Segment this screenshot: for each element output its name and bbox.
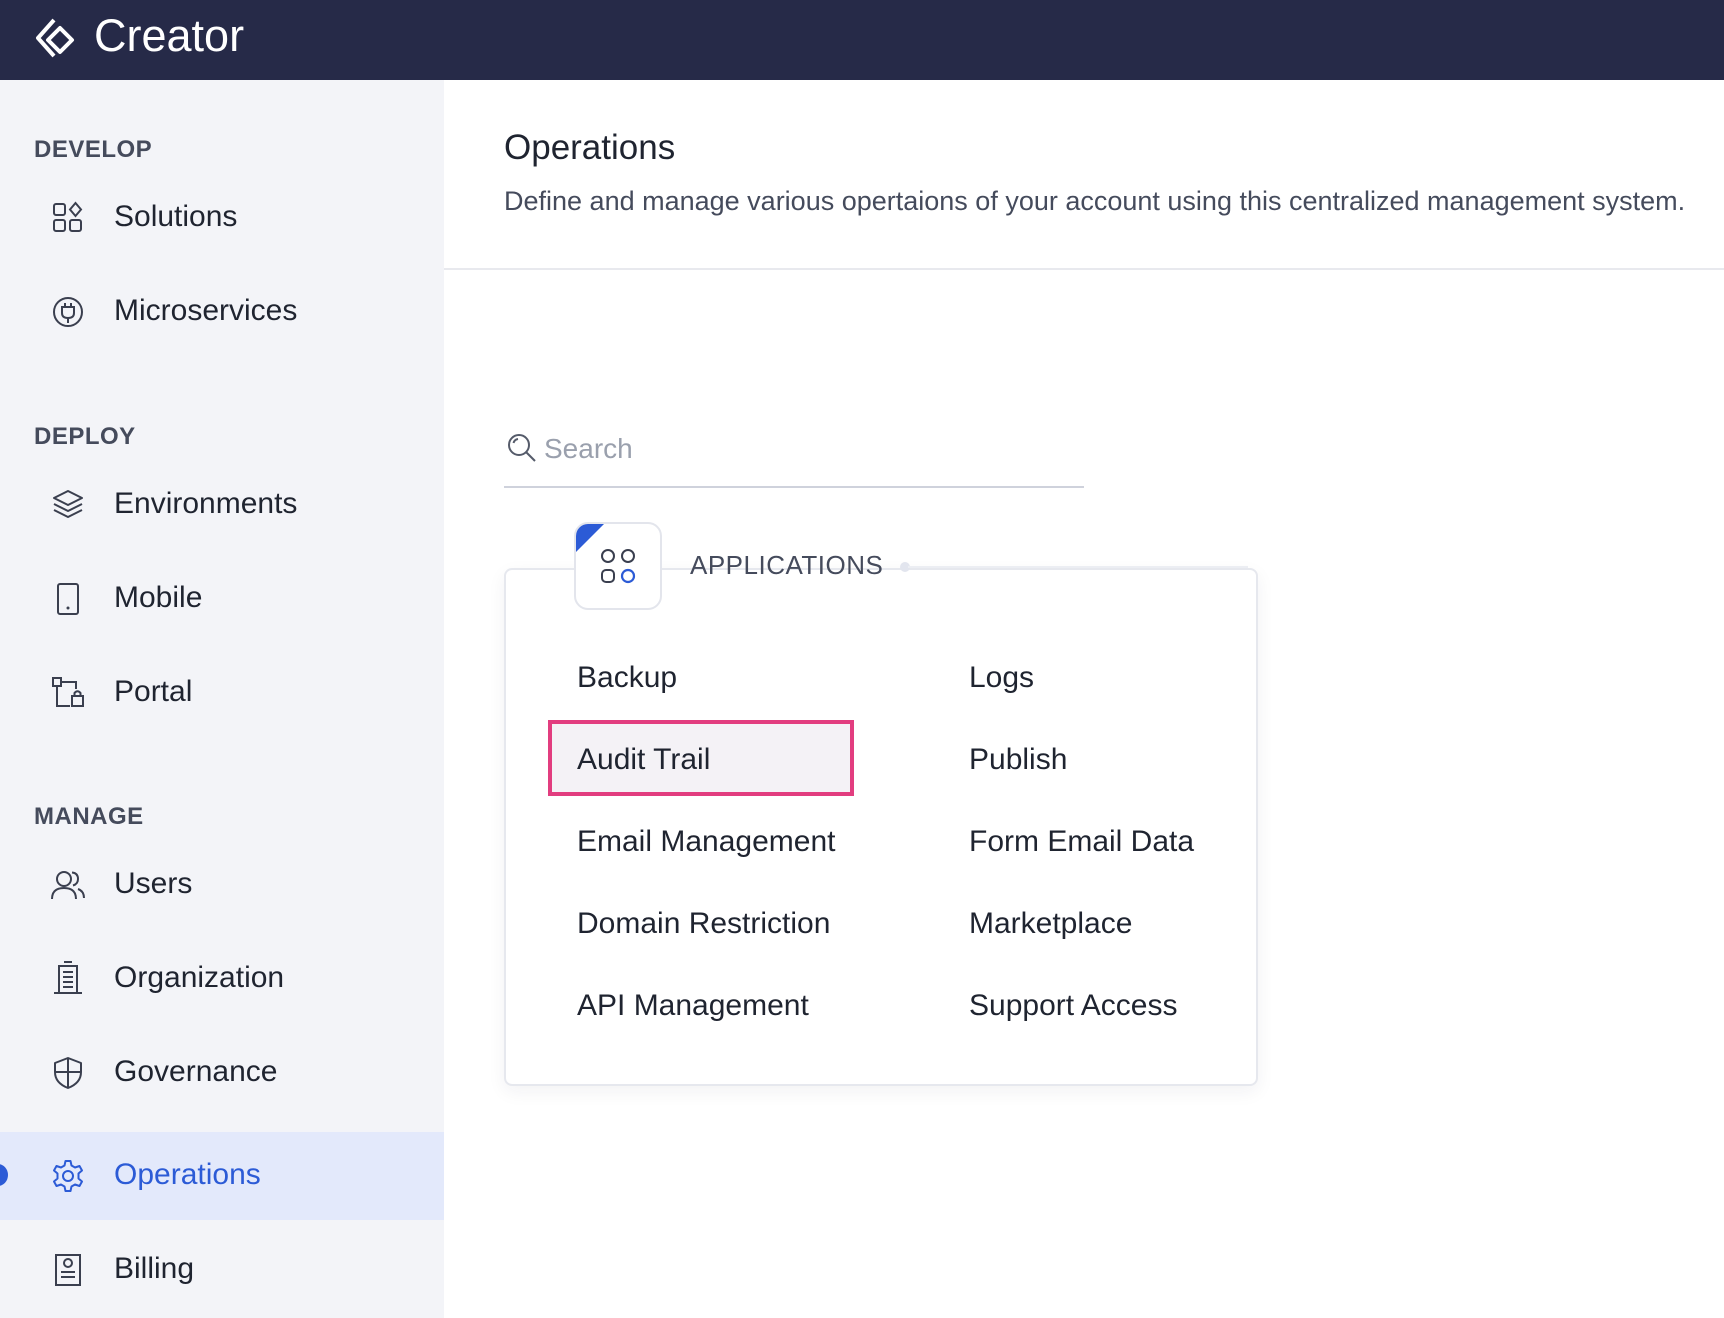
- main-content: Operations Define and manage various ope…: [444, 80, 1724, 1318]
- sidebar-item-label: Microservices: [114, 294, 298, 327]
- section-heading-develop: DEVELOP: [34, 136, 153, 163]
- mobile-icon: [57, 583, 79, 615]
- sidebar-item-users[interactable]: Users: [0, 841, 444, 929]
- sidebar-item-governance[interactable]: Governance: [0, 1029, 444, 1117]
- applications-icon-box: [574, 522, 662, 610]
- sidebar: DEVELOP Solutions Microservices DEPLOY E…: [0, 80, 444, 1318]
- sidebar-item-billing[interactable]: Billing: [0, 1226, 444, 1314]
- active-indicator: [0, 1164, 8, 1186]
- gear-icon: [53, 1160, 83, 1192]
- search-input[interactable]: [542, 428, 1066, 470]
- building-icon: [54, 961, 82, 994]
- op-publish-link[interactable]: Publish: [969, 742, 1067, 778]
- applications-icon: [601, 549, 636, 584]
- op-support-access-link[interactable]: Support Access: [969, 988, 1177, 1024]
- op-marketplace-link[interactable]: Marketplace: [969, 906, 1132, 942]
- sidebar-item-label: Portal: [114, 675, 193, 708]
- sidebar-item-label: Solutions: [114, 200, 238, 233]
- sidebar-item-label: Billing: [114, 1252, 195, 1285]
- op-logs-link[interactable]: Logs: [969, 660, 1034, 696]
- op-backup-link[interactable]: Backup: [577, 660, 677, 696]
- heading-line: [908, 566, 1248, 568]
- search-box: [504, 398, 1084, 488]
- sidebar-item-microservices[interactable]: Microservices: [0, 268, 444, 356]
- page-title: Operations: [504, 128, 676, 167]
- op-form-email-data-link[interactable]: Form Email Data: [969, 824, 1194, 860]
- sidebar-item-portal[interactable]: Portal: [0, 649, 444, 737]
- sidebar-item-mobile[interactable]: Mobile: [0, 555, 444, 643]
- sidebar-item-operations[interactable]: Operations: [0, 1132, 444, 1220]
- op-audit-trail-link[interactable]: Audit Trail: [577, 742, 710, 778]
- layers-icon: [53, 490, 83, 518]
- sidebar-item-organization[interactable]: Organization: [0, 935, 444, 1023]
- header-divider: [444, 268, 1724, 270]
- sidebar-item-label: Operations: [114, 1158, 261, 1191]
- op-email-management-link[interactable]: Email Management: [577, 824, 835, 860]
- page-description: Define and manage various opertaions of …: [504, 186, 1686, 216]
- creator-logo-icon[interactable]: [32, 14, 82, 64]
- sidebar-item-label: Governance: [114, 1055, 278, 1088]
- app-title[interactable]: Creator: [94, 9, 244, 63]
- card-heading: APPLICATIONS: [690, 550, 884, 580]
- op-domain-restriction-link[interactable]: Domain Restriction: [577, 906, 830, 942]
- billing-icon: [55, 1254, 81, 1286]
- search-icon: [508, 434, 536, 462]
- shield-icon: [54, 1057, 82, 1089]
- sidebar-item-label: Environments: [114, 487, 298, 520]
- portal-icon: [52, 677, 84, 707]
- sidebar-item-label: Mobile: [114, 581, 203, 614]
- section-heading-deploy: DEPLOY: [34, 423, 136, 450]
- sidebar-item-solutions[interactable]: Solutions: [0, 174, 444, 262]
- section-heading-manage: MANAGE: [34, 803, 144, 830]
- sidebar-item-label: Organization: [114, 961, 285, 994]
- users-icon: [51, 871, 85, 900]
- sidebar-item-environments[interactable]: Environments: [0, 461, 444, 549]
- microservices-icon: [53, 297, 83, 327]
- op-api-management-link[interactable]: API Management: [577, 988, 809, 1024]
- sidebar-item-label: Users: [114, 867, 193, 900]
- top-bar: Creator: [0, 0, 1724, 80]
- solutions-icon: [53, 201, 83, 232]
